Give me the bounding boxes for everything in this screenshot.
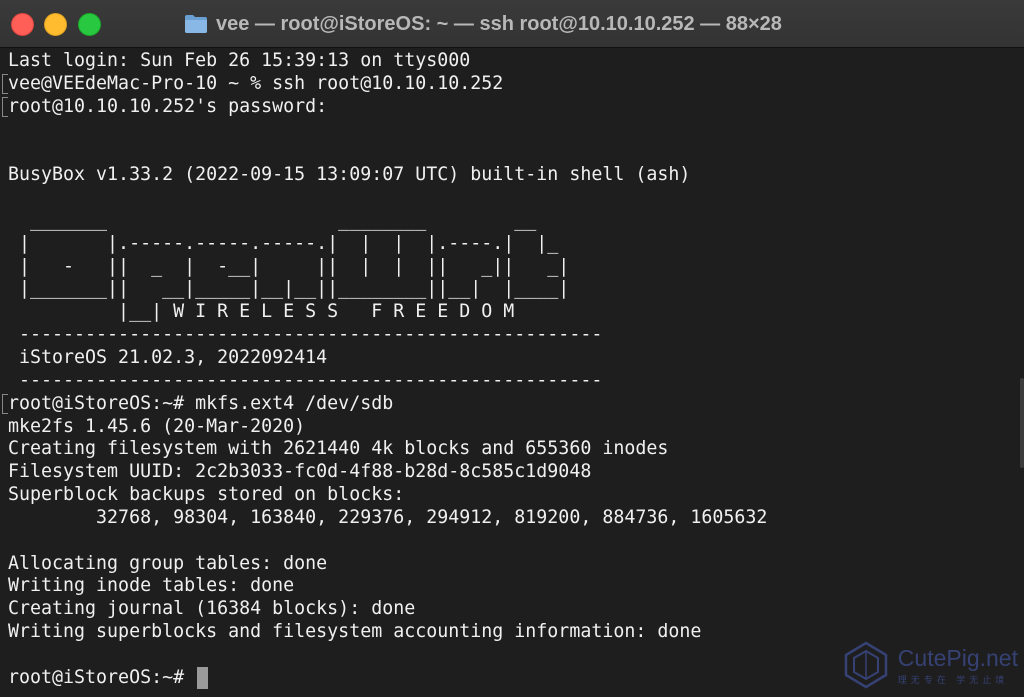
terminal-line: BusyBox v1.33.2 (2022-09-15 13:09:07 UTC… xyxy=(8,164,691,186)
terminal-line: Superblock backups stored on blocks: xyxy=(8,484,405,506)
command-mark xyxy=(2,393,8,414)
terminal-line: Last login: Sun Feb 26 15:39:13 on ttys0… xyxy=(8,50,471,71)
command-mark xyxy=(2,96,8,117)
watermark-tagline: 理无专在 学无止境 xyxy=(897,674,1009,685)
scroll-thumb[interactable] xyxy=(1020,378,1024,468)
terminal-line: Creating filesystem with 2621440 4k bloc… xyxy=(8,438,669,460)
terminal-line: Writing inode tables: done xyxy=(8,575,295,597)
terminal-line: | - || _ | -__| || | | || _|| _| xyxy=(8,255,570,277)
terminal-line: ----------------------------------------… xyxy=(8,369,603,391)
terminal-line: root@10.10.10.252's password: xyxy=(8,95,328,117)
watermark: CutePig.net 理无专在 学无止境 xyxy=(842,641,1018,689)
title-bar[interactable]: vee — root@iStoreOS: ~ — ssh root@10.10.… xyxy=(0,0,1024,48)
zoom-button[interactable] xyxy=(78,13,101,36)
terminal-line: |_______|| __|_____|__|__||________||__|… xyxy=(8,278,570,300)
terminal-line: Filesystem UUID: 2c2b3033-fc0d-4f88-b28d… xyxy=(8,461,592,483)
terminal-line: iStoreOS 21.02.3, 2022092414 xyxy=(8,346,328,368)
minimize-button[interactable] xyxy=(44,13,67,36)
terminal-line: Allocating group tables: done xyxy=(8,552,328,574)
terminal-output[interactable]: Last login: Sun Feb 26 15:39:13 on ttys0… xyxy=(0,48,1018,697)
window-title: vee — root@iStoreOS: ~ — ssh root@10.10.… xyxy=(216,12,782,35)
terminal-line: ----------------------------------------… xyxy=(8,324,603,346)
window-title-container: vee — root@iStoreOS: ~ — ssh root@10.10.… xyxy=(184,10,782,38)
terminal-line: 32768, 98304, 163840, 229376, 294912, 81… xyxy=(8,506,768,528)
terminal-line: root@iStoreOS:~# mkfs.ext4 /dev/sdb xyxy=(8,392,394,414)
terminal-line: | |.-----.-----.-----.| | | |.----.| |_ xyxy=(8,232,559,254)
terminal-line: Creating journal (16384 blocks): done xyxy=(8,598,416,620)
terminal-window: vee — root@iStoreOS: ~ — ssh root@10.10.… xyxy=(0,0,1024,697)
terminal-line: |__| W I R E L E S S F R E E D O M xyxy=(8,301,515,323)
folder-icon xyxy=(185,15,207,33)
terminal-line: _______ ________ __ xyxy=(8,209,537,231)
close-button[interactable] xyxy=(11,13,34,36)
text-cursor xyxy=(197,666,209,689)
command-mark xyxy=(2,73,8,94)
scrollbar[interactable] xyxy=(1018,48,1024,697)
cutepig-logo-icon xyxy=(844,641,888,689)
terminal-line: mke2fs 1.45.6 (20-Mar-2020) xyxy=(8,415,306,437)
terminal-line: vee@VEEdeMac-Pro-10 ~ % ssh root@10.10.1… xyxy=(8,72,504,94)
watermark-brand: CutePig.net xyxy=(897,644,1018,671)
